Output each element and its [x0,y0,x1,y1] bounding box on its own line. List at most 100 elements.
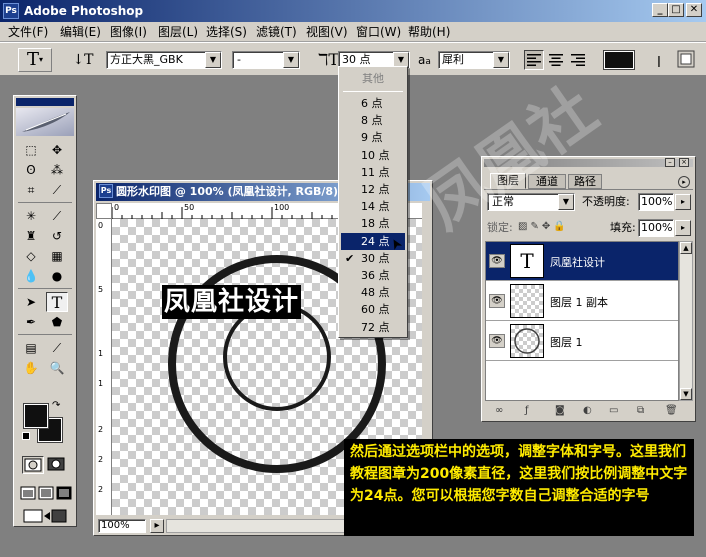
align-left-icon[interactable] [524,50,544,70]
font-size-option[interactable]: 14 点 [341,198,405,215]
layer-row-base[interactable]: 👁 图层 1 [486,322,678,361]
eyedropper-icon[interactable]: ⟋ [46,338,68,358]
font-size-option[interactable]: 10 点 [341,147,405,164]
tab-paths[interactable]: 路径 [568,174,602,189]
warp-text-icon[interactable]: ꞁ [648,49,670,71]
ruler-origin[interactable] [96,203,112,219]
new-group-icon[interactable]: ▭ [609,405,618,416]
fill-slider-arrow-icon[interactable]: ▸ [675,220,691,236]
font-size-option[interactable]: 48 点 [341,284,405,301]
font-size-option[interactable]: 60 点 [341,301,405,318]
foreground-color-swatch[interactable] [23,403,49,429]
opacity-input[interactable]: 100% [638,193,674,211]
eye-icon[interactable]: 👁 [489,254,505,268]
font-size-option[interactable]: 36 点 [341,267,405,284]
delete-layer-icon[interactable]: 🗑 [665,405,678,416]
fill-input[interactable]: 100% [638,219,674,237]
font-size-option[interactable]: 24 点 ➤ [341,232,406,252]
lasso-tool-icon[interactable]: ʘ [20,160,42,180]
scroll-up-icon[interactable]: ▲ [680,242,692,254]
selected-text-layer[interactable]: 凤凰社设计 [162,285,302,319]
layer-row-copy[interactable]: 👁 图层 1 副本 [486,282,678,321]
blend-mode-select[interactable]: 正常 ▼ [487,193,575,211]
screen-mode-full-icon[interactable] [56,486,72,500]
type-tool-icon[interactable]: T [46,292,68,312]
quick-mask-icon[interactable] [46,456,68,474]
font-size-option[interactable]: 8 点 [341,112,405,129]
hand-tool-icon[interactable]: ✋ [20,358,42,378]
layers-scrollbar[interactable]: ▲ ▼ [679,241,693,401]
chevron-down-icon[interactable]: ▼ [283,52,299,68]
menu-filter[interactable]: 滤镜(T) [252,22,301,42]
zoom-field[interactable]: 100% [98,519,146,533]
menu-file[interactable]: 文件(F) [4,22,52,42]
screen-mode-full-menu-icon[interactable] [38,486,54,500]
chevron-down-icon[interactable]: ▼ [558,194,574,210]
standard-mode-icon[interactable] [22,456,44,474]
layer-style-icon[interactable]: ƒ [525,405,529,416]
panel-menu-icon[interactable]: ▸ [678,176,690,188]
font-size-option[interactable]: 11 点 [341,164,405,181]
layer-row-text[interactable]: 👁 T 凤凰社设计 [486,242,678,281]
healing-brush-icon[interactable]: ✳ [20,206,42,226]
tab-channels[interactable]: 通道 [528,174,566,189]
path-selection-icon[interactable]: ➤ [20,292,42,312]
stamp-tool-icon[interactable]: ♜ [20,226,42,246]
adjustment-layer-icon[interactable]: ◐ [583,405,592,416]
minimize-button[interactable]: _ [652,3,668,17]
font-size-option[interactable]: 6 点 [341,95,405,112]
type-tool-preset-icon[interactable]: T▾ [18,48,52,72]
opacity-slider-arrow-icon[interactable]: ▸ [675,194,691,210]
eraser-tool-icon[interactable]: ◇ [20,246,42,266]
new-layer-icon[interactable]: ⧉ [637,405,644,416]
text-orientation-icon[interactable]: ↓T [72,49,94,71]
text-color-swatch[interactable] [603,50,635,70]
lock-icons[interactable]: ▨✎✥🔒 [518,221,598,235]
magic-wand-icon[interactable]: ⁂ [46,160,68,180]
crop-tool-icon[interactable]: ⌗ [20,180,42,200]
zoom-tool-icon[interactable]: 🔍 [46,358,68,378]
default-colors-icon[interactable] [22,432,30,440]
history-brush-icon[interactable]: ↺ [46,226,68,246]
font-size-option[interactable]: 18 点 [341,215,405,232]
font-style-select[interactable]: - ▼ [232,51,300,69]
brush-tool-icon[interactable]: ⟋ [46,206,68,226]
status-menu-icon[interactable]: ▸ [150,519,164,533]
align-right-icon[interactable] [568,50,588,70]
move-tool-icon[interactable]: ✥ [46,140,68,160]
tab-layers[interactable]: 图层 [490,173,526,189]
menu-window[interactable]: 窗口(W) [352,22,405,42]
gradient-tool-icon[interactable]: ▦ [46,246,68,266]
dropdown-header-other[interactable]: 其他 [341,71,405,87]
slice-tool-icon[interactable]: ⟋ [46,180,68,200]
panel-close-button[interactable]: × [679,158,689,167]
swap-colors-icon[interactable]: ↷ [52,400,60,411]
font-size-option[interactable]: 9 点 [341,129,405,146]
align-center-icon[interactable] [546,50,566,70]
font-family-select[interactable]: 方正大黑_GBK ▼ [106,51,222,69]
font-size-option[interactable]: 12 点 [341,181,405,198]
menu-layer[interactable]: 图层(L) [154,22,202,42]
shape-tool-icon[interactable]: ⬟ [46,312,68,332]
maximize-button[interactable]: □ [668,3,684,17]
eye-icon[interactable]: 👁 [489,334,505,348]
panel-minimize-button[interactable]: – [665,158,675,167]
menu-edit[interactable]: 编辑(E) [56,22,105,42]
palette-toggle-icon[interactable] [676,49,698,71]
screen-mode-standard-icon[interactable] [20,486,36,500]
blur-tool-icon[interactable]: 💧 [20,266,42,286]
menu-view[interactable]: 视图(V) [302,22,352,42]
marquee-tool-icon[interactable]: ⬚ [20,140,42,160]
jump-to-imageready-icon[interactable] [22,508,68,524]
scroll-down-icon[interactable]: ▼ [680,388,692,400]
menu-select[interactable]: 选择(S) [202,22,251,42]
chevron-down-icon[interactable]: ▼ [205,52,221,68]
notes-tool-icon[interactable]: ▤ [20,338,42,358]
close-button[interactable]: ✕ [686,3,702,17]
menu-image[interactable]: 图像(I) [106,22,151,42]
anti-alias-select[interactable]: 犀利 ▼ [438,51,510,69]
eye-icon[interactable]: 👁 [489,294,505,308]
dodge-tool-icon[interactable]: ● [46,266,68,286]
add-mask-icon[interactable]: ◙ [555,405,565,416]
chevron-down-icon[interactable]: ▼ [493,52,509,68]
